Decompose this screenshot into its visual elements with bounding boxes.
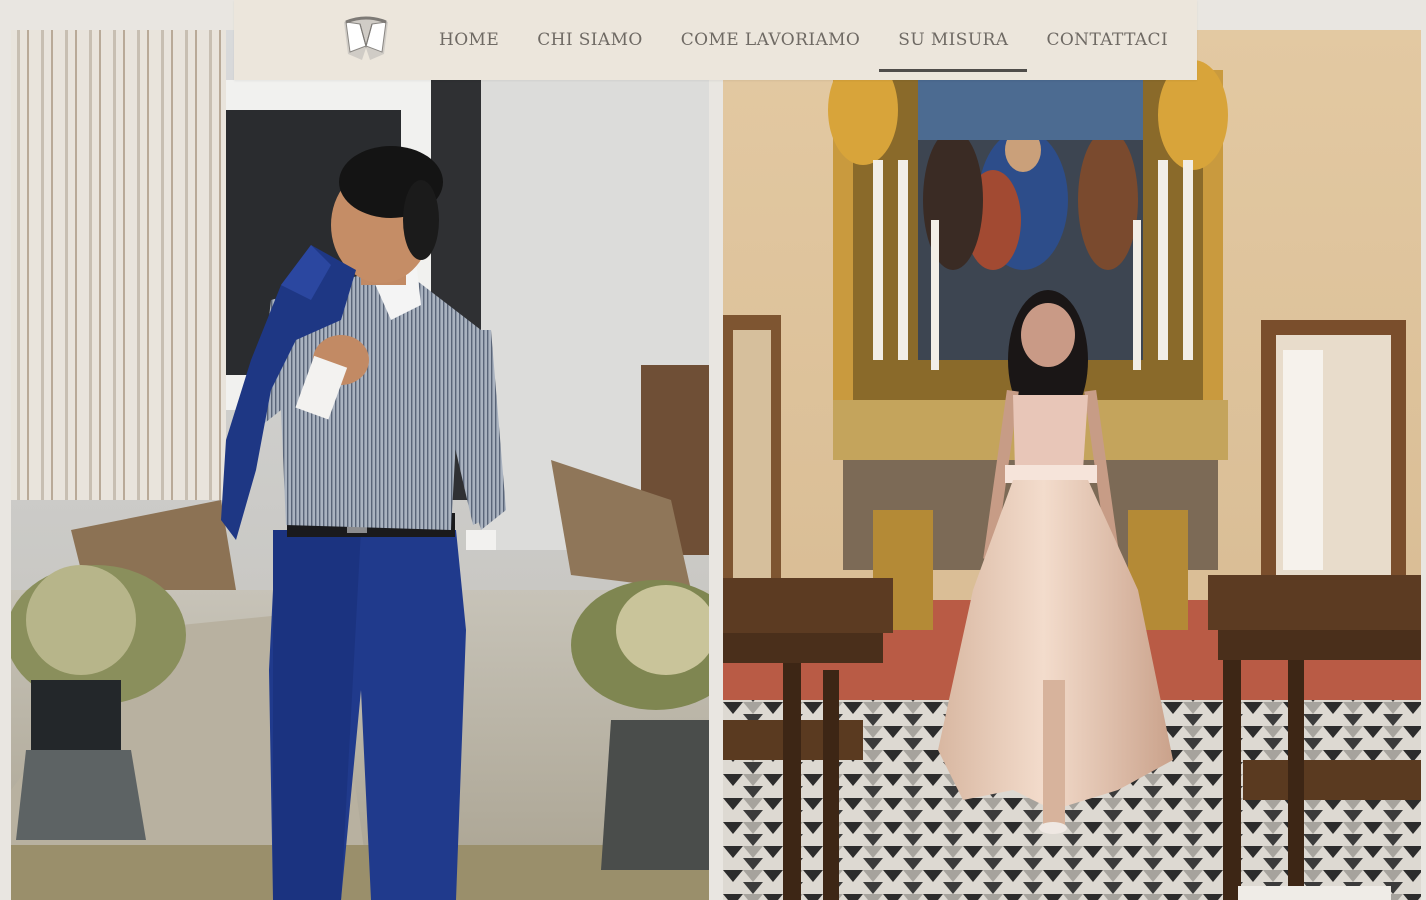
nav-item-home[interactable]: HOME xyxy=(439,30,499,50)
man-in-blue-suit-photo xyxy=(11,30,709,900)
main-navigation: HOME CHI SIAMO COME LAVORIAMO SU MISURA … xyxy=(420,0,1187,80)
shirt-collar-logo-icon[interactable] xyxy=(340,14,392,64)
nav-item-contattaci[interactable]: CONTATTACI xyxy=(1046,30,1168,50)
woman-in-gown-church-photo xyxy=(723,30,1421,900)
nav-item-chi-siamo[interactable]: CHI SIAMO xyxy=(537,30,643,50)
site-header: HOME CHI SIAMO COME LAVORIAMO SU MISURA … xyxy=(234,0,1197,80)
page: HOME CHI SIAMO COME LAVORIAMO SU MISURA … xyxy=(0,0,1426,900)
corner-decoration xyxy=(1238,886,1391,900)
nav-item-su-misura[interactable]: SU MISURA xyxy=(879,30,1028,72)
nav-item-come-lavoriamo[interactable]: COME LAVORIAMO xyxy=(681,30,861,50)
